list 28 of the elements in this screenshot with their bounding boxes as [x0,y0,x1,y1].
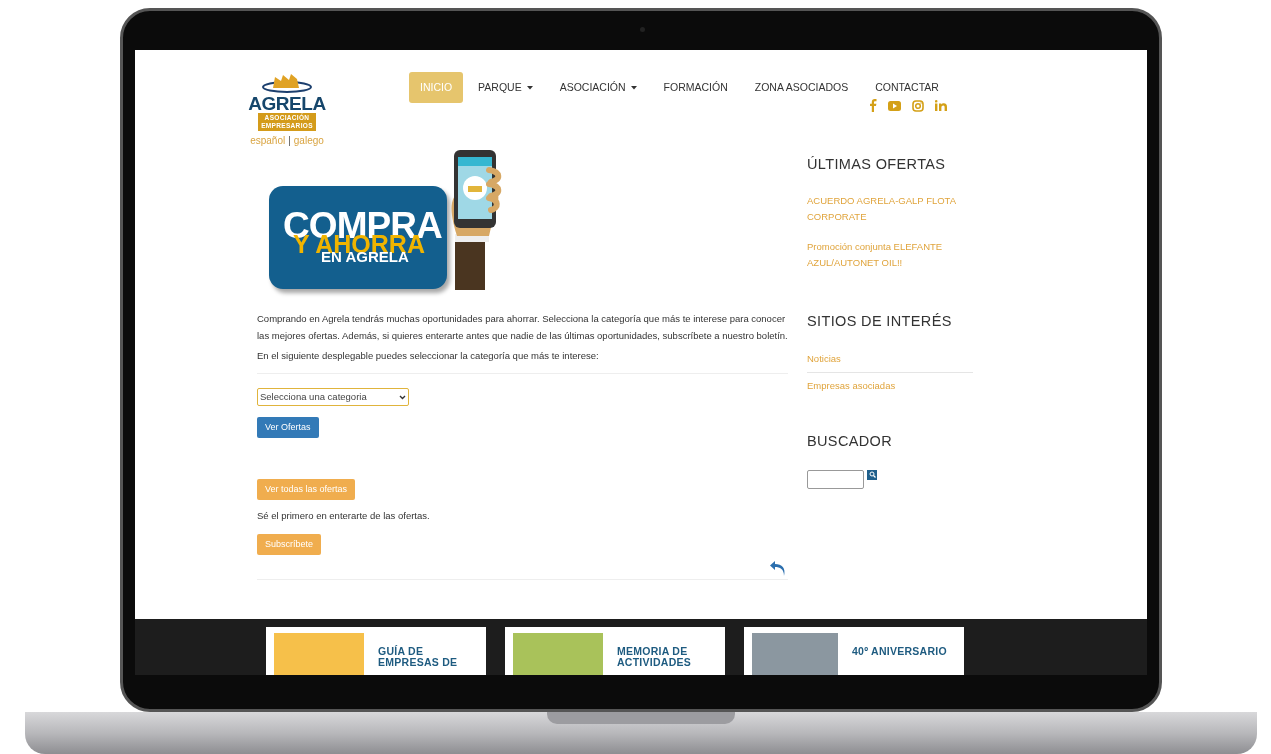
nav-link[interactable]: ZONA ASOCIADOS [742,72,861,103]
facebook-icon[interactable] [868,99,877,112]
linkedin-icon[interactable] [934,99,948,112]
youtube-icon[interactable] [887,99,901,112]
intro-paragraph: Comprando en Agrela tendrás muchas oportunidades para ahorrar. Selecciona la categoría que más te interese para conocer las mejores ofertas. Además, si quieres enterarte antes que nadie de las últimas oportunidades, subscríbete a nuestro boletín. [257,312,788,343]
category-select[interactable]: Selecciona una categoria [257,388,409,406]
nav-link[interactable]: ASOCIACIÓN [547,72,649,103]
section-heading: SITIOS DE INTERÉS [807,311,953,331]
chevron-down-icon [399,394,406,400]
card-title: GUÍA DE EMPRESAS DE [378,644,459,670]
nav-link[interactable]: CONTACTAR [863,72,951,103]
language-separator: | [288,134,291,148]
footer-card[interactable]: MEMORIA DE ACTIVIDADES [505,627,725,675]
instagram-icon[interactable] [911,99,924,112]
card-title: 40º ANIVERSARIO [852,644,947,659]
subscribe-text: Sé el primero en enterarte de las ofertas. [257,509,431,523]
search-field[interactable] [807,469,864,489]
search-icon [868,471,876,479]
search-button[interactable] [867,469,877,480]
nav-link[interactable]: FORMACIÓN [651,72,740,103]
card-title: MEMORIA DE ACTIVIDADES [617,644,693,670]
footer-card[interactable]: 40º ANIVERSARIO [744,627,964,675]
nav-link[interactable]: PARQUE [466,72,545,103]
view-offers-button[interactable]: Ver Ofertas [257,417,319,438]
footer-card[interactable]: GUÍA DE EMPRESAS DE [266,627,486,675]
section-heading: ÚLTIMAS OFERTAS [807,155,947,174]
section-heading: BUSCADOR [807,432,894,451]
hint-text: En el siguiente desplegable puedes seleccionar la categoría que más te interese: [257,349,788,374]
